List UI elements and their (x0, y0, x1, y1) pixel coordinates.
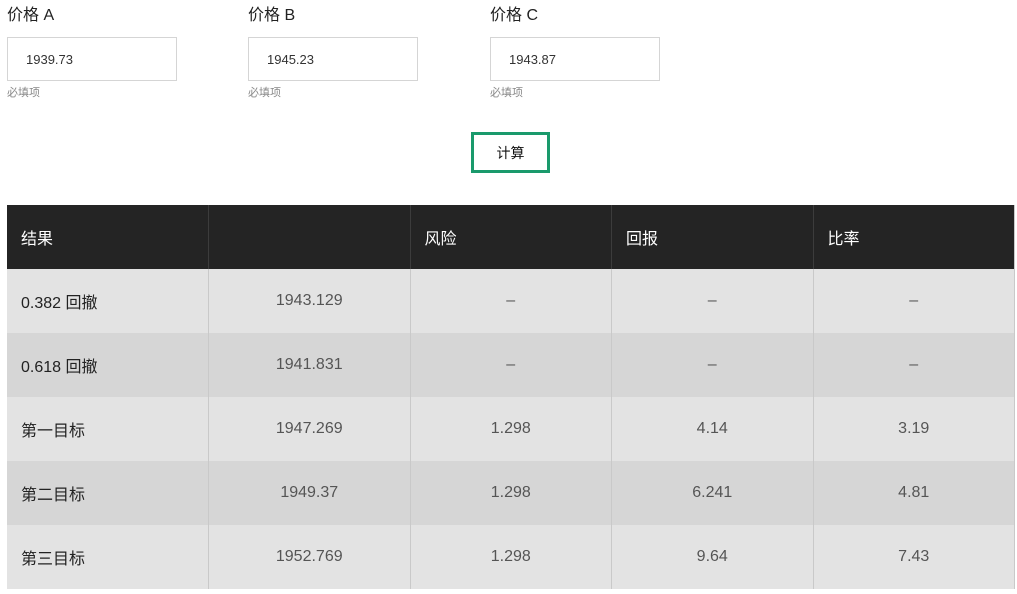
header-value (208, 205, 411, 269)
cell-risk: – (410, 333, 612, 397)
row-label: 第三目标 (7, 525, 209, 589)
cell-reward: 4.14 (611, 397, 814, 461)
cell-ratio: 3.19 (813, 397, 1015, 461)
cell-value: 1947.269 (208, 397, 411, 461)
cell-risk: – (410, 269, 612, 333)
cell-reward: 9.64 (611, 525, 814, 589)
price-c-input[interactable] (490, 37, 660, 81)
cell-reward: 6.241 (611, 461, 814, 525)
price-a-input[interactable] (7, 37, 177, 81)
header-ratio: 比率 (813, 205, 1015, 269)
cell-value: 1949.37 (208, 461, 411, 525)
table-row: 0.382 回撤 1943.129 – – – (7, 269, 1015, 333)
table-header-row: 结果 风险 回报 比率 (7, 205, 1015, 269)
price-c-label: 价格 C (490, 7, 539, 24)
price-a-required-hint: 必填项 (7, 87, 40, 99)
table-row: 第一目标 1947.269 1.298 4.14 3.19 (7, 397, 1015, 461)
cell-ratio: 7.43 (813, 525, 1015, 589)
price-b-required-hint: 必填项 (248, 87, 281, 99)
row-label: 0.382 回撤 (7, 269, 209, 333)
calculate-button[interactable]: 计算 (471, 132, 550, 173)
price-a-label: 价格 A (7, 7, 55, 24)
table-row: 第二目标 1949.37 1.298 6.241 4.81 (7, 461, 1015, 525)
cell-reward: – (611, 333, 814, 397)
header-result: 结果 (7, 205, 209, 269)
price-b-input[interactable] (248, 37, 418, 81)
header-risk: 风险 (410, 205, 612, 269)
cell-reward: – (611, 269, 814, 333)
cell-value: 1952.769 (208, 525, 411, 589)
price-c-field: 价格 C 必填项 (490, 5, 660, 100)
cell-risk: 1.298 (410, 397, 612, 461)
cell-ratio: 4.81 (813, 461, 1015, 525)
table-row: 第三目标 1952.769 1.298 9.64 7.43 (7, 525, 1015, 589)
price-b-field: 价格 B 必填项 (248, 5, 418, 100)
cell-value: 1941.831 (208, 333, 411, 397)
cell-risk: 1.298 (410, 461, 612, 525)
row-label: 第二目标 (7, 461, 209, 525)
results-table: 结果 风险 回报 比率 0.382 回撤 1943.129 – – – 0.61… (7, 205, 1015, 589)
price-b-label: 价格 B (248, 7, 296, 24)
price-c-required-hint: 必填项 (490, 87, 523, 99)
price-fields: 价格 A 必填项 价格 B 必填项 价格 C 必填项 (0, 0, 1017, 110)
row-label: 第一目标 (7, 397, 209, 461)
cell-value: 1943.129 (208, 269, 411, 333)
cell-ratio: – (813, 269, 1015, 333)
cell-ratio: – (813, 333, 1015, 397)
table-row: 0.618 回撤 1941.831 – – – (7, 333, 1015, 397)
price-a-field: 价格 A 必填项 (7, 5, 177, 100)
cell-risk: 1.298 (410, 525, 612, 589)
header-reward: 回报 (611, 205, 814, 269)
row-label: 0.618 回撤 (7, 333, 209, 397)
